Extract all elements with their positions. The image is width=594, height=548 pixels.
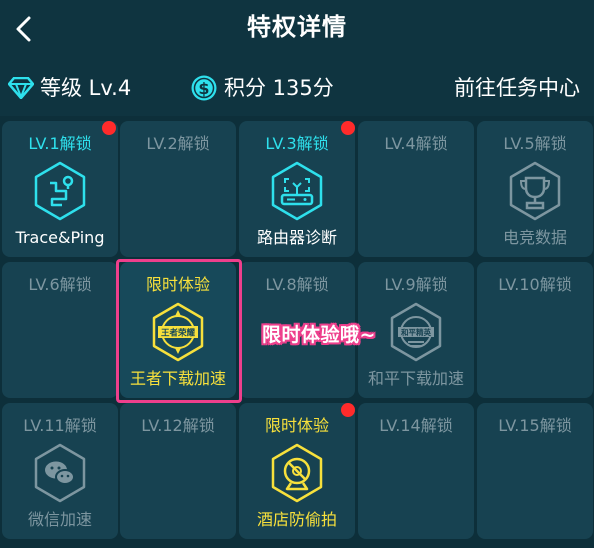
privilege-name: 路由器诊断 (256, 228, 337, 247)
new-badge-dot (102, 121, 116, 135)
privilege-cell-lv1[interactable]: LV.1解锁 Trace&Ping (2, 121, 118, 257)
privilege-cell-lv3[interactable]: LV.3解锁 路由器诊断 (239, 121, 355, 257)
privilege-name: Trace&Ping (15, 228, 105, 247)
privilege-level-label: LV.15解锁 (498, 416, 572, 435)
privilege-level-label: LV.3解锁 (265, 134, 329, 153)
privilege-name: 酒店防偷拍 (256, 510, 337, 529)
privilege-level-label: LV.4解锁 (384, 134, 448, 153)
privilege-level-label: LV.12解锁 (141, 416, 215, 435)
wzry-logo-text: 王者荣耀 (161, 328, 196, 339)
level-display: 等级 Lv.4 (8, 72, 131, 104)
privilege-cell-lv14[interactable]: LV.14解锁 (358, 403, 474, 539)
privilege-name: 微信加速 (27, 510, 92, 529)
privilege-cell-lv4[interactable]: LV.4解锁 (358, 121, 474, 257)
privilege-level-label: LV.8解锁 (265, 275, 329, 294)
level-text: 等级 Lv.4 (40, 76, 132, 100)
privilege-level-label: LV.9解锁 (384, 275, 448, 294)
privilege-level-label: 限时体验 (264, 416, 329, 435)
page-title: 特权详情 (247, 13, 347, 41)
top-nav-bar: 特权详情 (0, 0, 594, 61)
no-camera-icon (271, 443, 323, 503)
new-badge-dot (341, 403, 355, 417)
router-icon (271, 161, 323, 221)
privilege-cell-lv6[interactable]: LV.6解锁 (2, 262, 118, 398)
points-display: $ 积分 135分 (190, 72, 334, 104)
privilege-cell-trial-wzry[interactable]: 限时体验 王者荣耀 王者下载加速 (120, 262, 236, 398)
task-center-link[interactable]: 前往任务中心 (454, 72, 580, 104)
privilege-cell-lv11[interactable]: LV.11解锁 微信加速 (2, 403, 118, 539)
svg-text:$: $ (198, 79, 209, 98)
privilege-name: 电竞数据 (502, 228, 567, 247)
privilege-level-label: LV.6解锁 (28, 275, 92, 294)
privilege-level-label: LV.11解锁 (23, 416, 97, 435)
privilege-level-label: LV.14解锁 (379, 416, 453, 435)
privilege-level-label: LV.5解锁 (503, 134, 567, 153)
privilege-cell-lv10[interactable]: LV.10解锁 (477, 262, 593, 398)
privilege-level-label: LV.1解锁 (28, 134, 92, 153)
peace-elite-icon: 和平精英 (390, 302, 442, 362)
honor-of-kings-icon: 王者荣耀 (152, 302, 204, 362)
trial-callout-text: 限时体验哦~ (262, 324, 376, 346)
route-trace-icon (34, 161, 86, 221)
privilege-cell-lv2[interactable]: LV.2解锁 (120, 121, 236, 257)
privilege-cell-lv12[interactable]: LV.12解锁 (120, 403, 236, 539)
coin-dollar-icon: $ (191, 75, 217, 101)
trophy-icon (509, 161, 561, 221)
points-text: 积分 135分 (224, 76, 334, 100)
privilege-cell-lv15[interactable]: LV.15解锁 (477, 403, 593, 539)
privilege-level-label: LV.2解锁 (146, 134, 210, 153)
privilege-name: 王者下载加速 (129, 369, 226, 388)
wechat-icon (34, 443, 86, 503)
new-badge-dot (341, 121, 355, 135)
diamond-icon (8, 77, 34, 99)
user-info-bar: 等级 Lv.4 $ 积分 135分 前往任务中心 (0, 60, 594, 116)
privilege-cell-lv5[interactable]: LV.5解锁 电竞数据 (477, 121, 593, 257)
privilege-cell-trial-hotel[interactable]: 限时体验 酒店防偷拍 (239, 403, 355, 539)
hpjy-logo-text: 和平精英 (401, 327, 431, 337)
privilege-level-label: 限时体验 (145, 275, 210, 294)
privilege-name: 和平下载加速 (367, 369, 464, 388)
privilege-level-label: LV.10解锁 (498, 275, 572, 294)
